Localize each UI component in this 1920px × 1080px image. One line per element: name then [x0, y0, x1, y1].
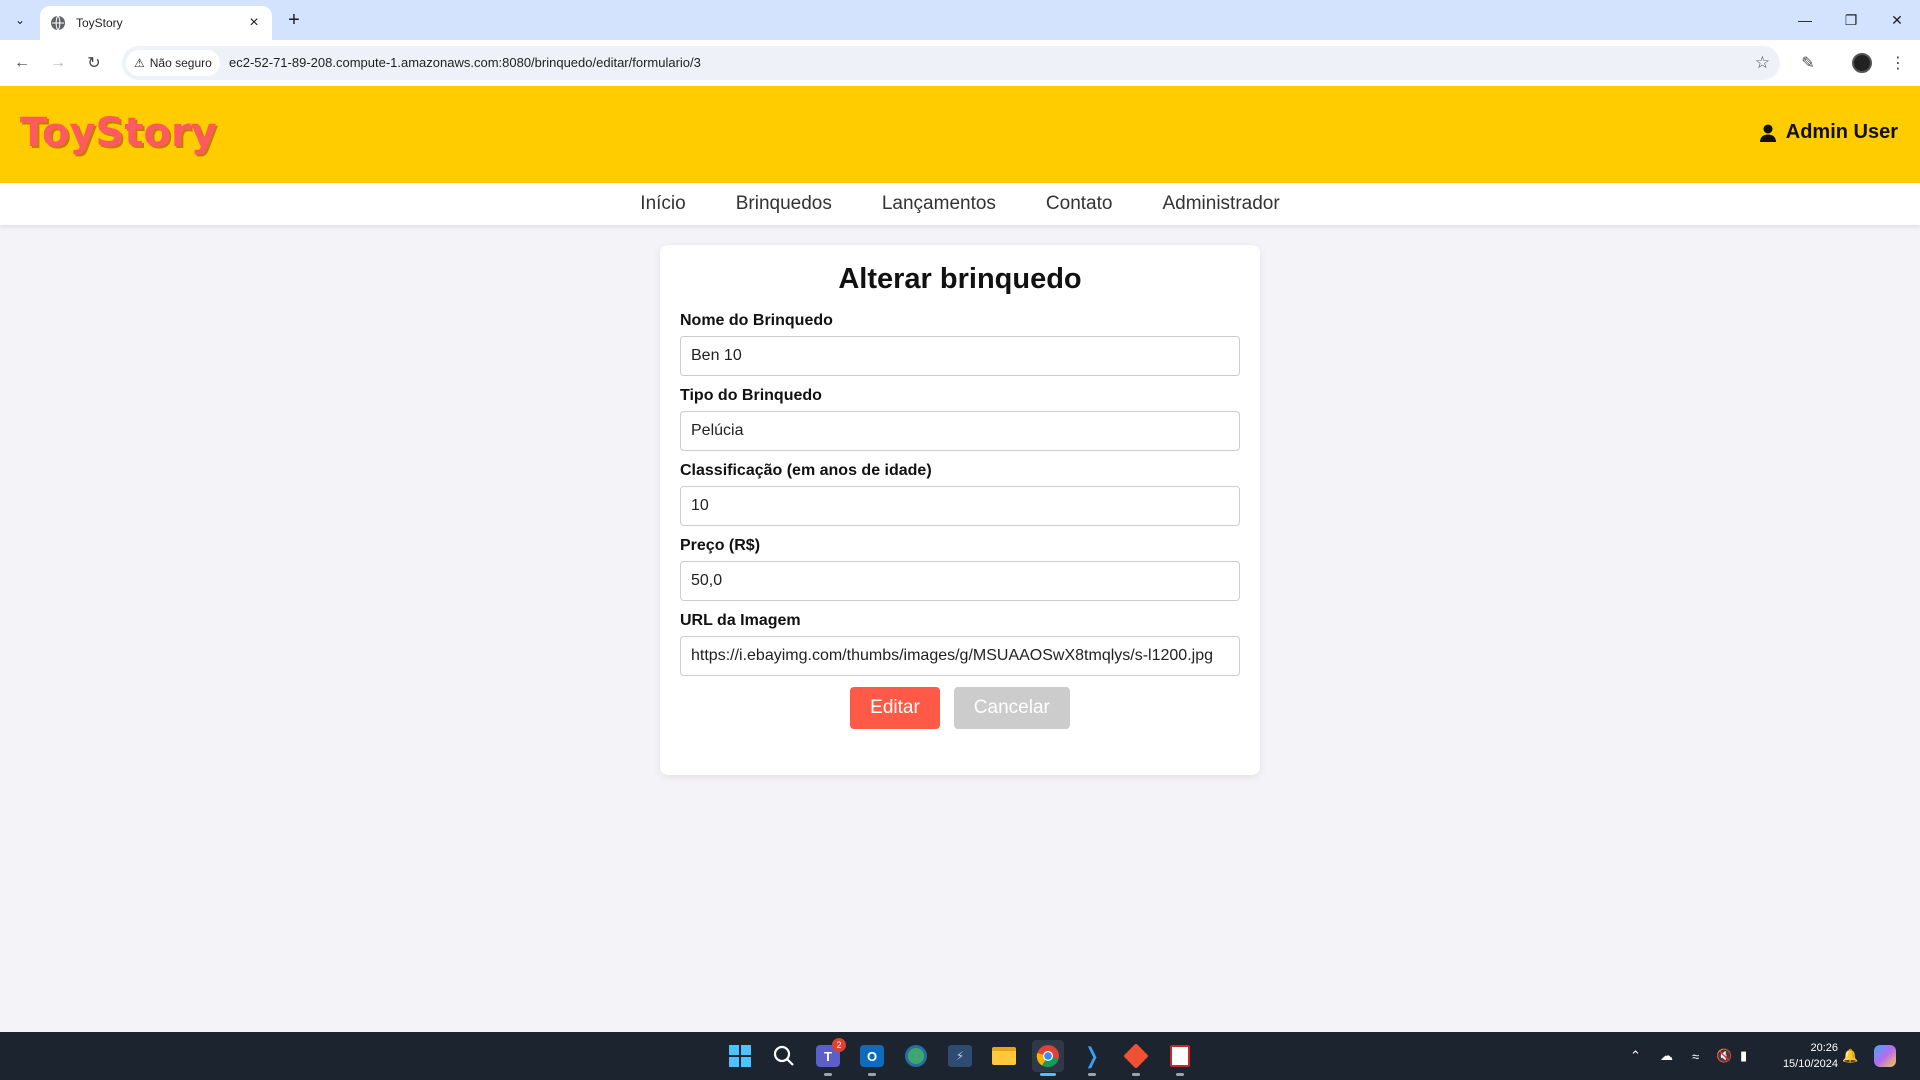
teams-icon[interactable]: T 2	[812, 1038, 846, 1076]
reload-icon[interactable]: ↻	[82, 51, 106, 75]
browser-toolbar: ← → ↻ ⚠ Não seguro ec2-52-71-89-208.comp…	[0, 40, 1920, 86]
preco-input[interactable]	[680, 561, 1240, 601]
clock-date: 15/10/2024	[1782, 1058, 1838, 1070]
sql-studio-icon[interactable]: ⚡	[944, 1040, 976, 1072]
taskbar-clock[interactable]: 20:26 15/10/2024	[1783, 1040, 1838, 1072]
tipo-label: Tipo do Brinquedo	[680, 387, 822, 404]
folder-logo	[992, 1047, 1016, 1065]
url-imagem-input[interactable]	[680, 636, 1240, 676]
edit-button[interactable]: Editar	[850, 687, 940, 729]
search-icon[interactable]	[768, 1040, 800, 1072]
minimize-icon[interactable]: —	[1782, 0, 1828, 40]
user-menu[interactable]: Admin User	[1759, 121, 1898, 144]
running-indicator	[1176, 1073, 1184, 1076]
running-indicator	[1088, 1073, 1096, 1076]
teams-badge: 2	[832, 1038, 846, 1052]
notification-bell-icon[interactable]: 🔔	[1842, 1032, 1858, 1080]
nav-link-administrador[interactable]: Administrador	[1162, 193, 1279, 215]
tab-search-chevron-icon[interactable]: ⌄	[8, 8, 32, 32]
field-nome: Nome do Brinquedo	[680, 312, 1240, 376]
tab-close-icon[interactable]: ×	[246, 14, 262, 32]
warning-icon: ⚠	[134, 56, 145, 70]
site-header: ToyStory Admin User	[0, 86, 1920, 183]
vscode-icon[interactable]: ❭	[1076, 1040, 1108, 1076]
restore-icon[interactable]: ❐	[1828, 0, 1874, 40]
outlook-logo: O	[860, 1045, 884, 1067]
nav-link-contato[interactable]: Contato	[1046, 193, 1113, 215]
sql-logo: ⚡	[948, 1045, 972, 1067]
preco-label: Preço (R$)	[680, 537, 761, 554]
file-explorer-icon[interactable]	[988, 1040, 1020, 1072]
running-indicator	[1132, 1073, 1140, 1076]
tipo-input[interactable]	[680, 411, 1240, 451]
nav-link-brinquedos[interactable]: Brinquedos	[736, 193, 832, 215]
chrome-logo	[1036, 1045, 1059, 1068]
nome-input[interactable]	[680, 336, 1240, 376]
avatar	[1852, 53, 1872, 73]
field-url-imagem: URL da Imagem	[680, 612, 1240, 676]
windows-logo-icon	[729, 1045, 751, 1067]
bookmark-star-icon[interactable]: ☆	[1755, 53, 1770, 73]
main-nav: Início Brinquedos Lançamentos Contato Ad…	[0, 183, 1920, 225]
field-preco: Preço (R$)	[680, 537, 1240, 601]
nav-link-lancamentos[interactable]: Lançamentos	[882, 193, 996, 215]
nome-label: Nome do Brinquedo	[680, 312, 833, 329]
edit-toy-card: Alterar brinquedo Nome do Brinquedo Tipo…	[660, 245, 1260, 775]
user-name: Admin User	[1785, 121, 1898, 143]
app-logo	[1170, 1045, 1190, 1067]
form-title: Alterar brinquedo	[838, 263, 1082, 295]
profile-avatar[interactable]	[1850, 51, 1874, 75]
copilot-logo	[1874, 1045, 1896, 1067]
site-logo[interactable]: ToyStory	[20, 110, 217, 156]
back-icon[interactable]: ←	[10, 51, 34, 75]
nav-link-inicio[interactable]: Início	[640, 193, 685, 215]
user-icon	[1759, 124, 1776, 142]
field-tipo: Tipo do Brinquedo	[680, 387, 1240, 451]
onedrive-icon[interactable]: ☁	[1660, 1032, 1673, 1080]
field-classificacao: Classificação (em anos de idade)	[680, 462, 1240, 526]
url-imagem-label: URL da Imagem	[680, 612, 801, 629]
form-actions: Editar Cancelar	[680, 687, 1240, 729]
tab-title: ToyStory	[76, 16, 123, 30]
vscode-logo: ❭	[1082, 1043, 1102, 1068]
battery-icon[interactable]: ▮	[1740, 1032, 1747, 1080]
app-icon[interactable]	[1164, 1040, 1196, 1076]
url-text[interactable]: ec2-52-71-89-208.compute-1.amazonaws.com…	[229, 55, 701, 70]
git-icon[interactable]	[1120, 1040, 1152, 1076]
edge-dev-icon[interactable]	[900, 1040, 932, 1072]
active-indicator	[1040, 1073, 1056, 1076]
extensions-icon[interactable]: ✎	[1796, 51, 1820, 75]
browser-tab[interactable]: ToyStory ×	[40, 6, 272, 40]
git-logo	[1123, 1043, 1149, 1069]
edge-logo	[905, 1045, 927, 1067]
outlook-icon[interactable]: O	[856, 1040, 888, 1076]
cancel-button[interactable]: Cancelar	[953, 687, 1070, 729]
windows-start-icon[interactable]	[724, 1040, 756, 1072]
wifi-icon[interactable]: ≈	[1692, 1032, 1699, 1080]
classificacao-label: Classificação (em anos de idade)	[680, 462, 932, 479]
running-indicator	[868, 1073, 876, 1076]
windows-taskbar: T 2 O ⚡ ❭ ⌃ ☁ ≈ 🔇 ▮ 20:26 15/10/2024 🔔	[0, 1032, 1920, 1080]
address-bar[interactable]: ⚠ Não seguro ec2-52-71-89-208.compute-1.…	[122, 46, 1780, 80]
clock-time: 20:26	[1810, 1042, 1838, 1054]
tray-chevron-icon[interactable]: ⌃	[1630, 1032, 1641, 1080]
magnifier-icon	[773, 1045, 794, 1066]
globe-icon	[51, 15, 65, 31]
chrome-icon[interactable]	[1032, 1040, 1064, 1076]
copilot-icon[interactable]	[1874, 1032, 1896, 1080]
new-tab-icon[interactable]: +	[282, 8, 306, 32]
close-window-icon[interactable]: ✕	[1874, 0, 1920, 40]
security-chip[interactable]: ⚠ Não seguro	[126, 50, 220, 76]
browser-menu-icon[interactable]: ⋮	[1886, 51, 1910, 75]
browser-tabstrip: ⌄ ToyStory × + — ❐ ✕	[0, 0, 1920, 40]
running-indicator	[824, 1073, 832, 1076]
classificacao-input[interactable]	[680, 486, 1240, 526]
security-label: Não seguro	[149, 56, 212, 70]
volume-muted-icon[interactable]: 🔇	[1716, 1032, 1732, 1080]
forward-icon[interactable]: →	[46, 51, 70, 75]
